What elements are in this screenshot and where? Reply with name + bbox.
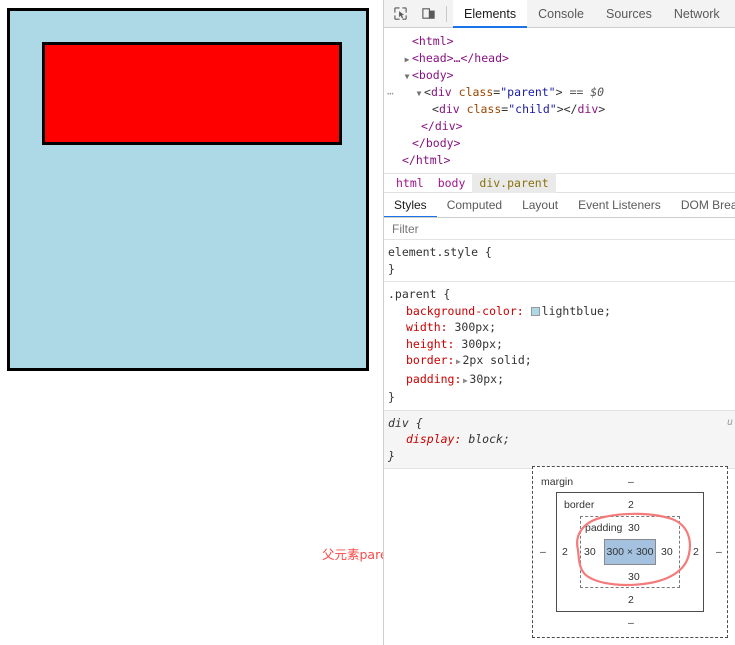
node-menu-dots-icon[interactable]: ⋯ xyxy=(387,85,395,102)
css-declaration-height[interactable]: height: 300px; xyxy=(388,336,735,353)
tab-elements[interactable]: Elements xyxy=(453,0,527,28)
css-value-padding[interactable]: 30px; xyxy=(469,372,504,386)
expand-triangle-head[interactable]: ▶ xyxy=(402,51,412,68)
box-model-diagram: margin – – – – border 2 2 2 2 padding 30… xyxy=(532,466,728,638)
css-rule-close-brace: } xyxy=(388,262,395,276)
tab-event-listeners[interactable]: Event Listeners xyxy=(568,193,671,218)
css-declaration-background-color[interactable]: background-color: lightblue; xyxy=(388,303,735,320)
styles-filter-row xyxy=(384,218,735,240)
breadcrumb-item-div-parent[interactable]: div.parent xyxy=(472,173,555,193)
box-model-margin-label: margin xyxy=(541,476,573,488)
box-model-margin-left[interactable]: – xyxy=(540,546,546,558)
tab-dom-breakpoints[interactable]: DOM Breakp xyxy=(671,193,735,218)
dom-node-div-close[interactable]: </div> xyxy=(384,118,735,135)
css-value-width[interactable]: 300px; xyxy=(454,320,496,334)
color-swatch-lightblue[interactable] xyxy=(531,307,540,316)
css-declaration-border[interactable]: border:▶2px solid; xyxy=(388,352,735,371)
css-value-background-color[interactable]: lightblue; xyxy=(542,304,611,318)
breadcrumb: html body div.parent xyxy=(384,173,735,193)
tab-styles[interactable]: Styles xyxy=(384,193,437,218)
css-value-height[interactable]: 300px; xyxy=(461,337,503,351)
css-property-height[interactable]: height: xyxy=(388,336,454,353)
tab-layout[interactable]: Layout xyxy=(512,193,568,218)
css-value-display[interactable]: block; xyxy=(468,432,510,446)
css-rule-parent[interactable]: .parent { background-color: lightblue; w… xyxy=(384,282,735,411)
tabs-overflow-icon[interactable]: » xyxy=(731,0,735,28)
box-model-border-right[interactable]: 2 xyxy=(693,546,699,558)
parent-div-render xyxy=(7,8,369,371)
box-model-border-bottom[interactable]: 2 xyxy=(628,594,634,606)
styles-filter-input[interactable] xyxy=(390,221,718,237)
css-selector-parent[interactable]: .parent { xyxy=(388,287,450,301)
tab-network[interactable]: Network xyxy=(663,0,731,28)
devtools-panel: Elements Console Sources Network » <html… xyxy=(383,0,735,645)
box-model-content-box[interactable]: 300 × 300 xyxy=(604,539,656,565)
dom-node-html-close[interactable]: </html> xyxy=(384,152,735,169)
css-rule-element-style[interactable]: element.style { } xyxy=(384,240,735,282)
css-selector-element-style[interactable]: element.style { xyxy=(388,245,492,259)
css-rule-close-brace-parent: } xyxy=(388,390,395,404)
css-property-border[interactable]: border: xyxy=(388,352,454,369)
css-rules-list: element.style { } .parent { background-c… xyxy=(384,240,735,469)
dom-node-head[interactable]: ▶<head>…</head> xyxy=(384,50,735,67)
toolbar-separator xyxy=(446,6,447,22)
breadcrumb-item-body[interactable]: body xyxy=(431,173,473,193)
inspect-element-icon[interactable] xyxy=(388,2,412,26)
box-model-padding-left[interactable]: 30 xyxy=(584,546,596,558)
child-div-render xyxy=(42,42,342,145)
dom-node-html-open[interactable]: <html> xyxy=(384,33,735,50)
box-model-margin-top[interactable]: – xyxy=(628,476,634,488)
css-declaration-display[interactable]: display: block; xyxy=(388,431,735,448)
css-property-padding[interactable]: padding: xyxy=(388,371,461,388)
breadcrumb-item-html[interactable]: html xyxy=(389,173,431,193)
dom-tree: <html> ▶<head>…</head> ▼<body> ⋯ ▼<div c… xyxy=(384,28,735,173)
devtools-toolbar: Elements Console Sources Network » xyxy=(384,0,735,28)
device-toolbar-icon[interactable] xyxy=(416,2,440,26)
dom-node-div-parent[interactable]: ⋯ ▼<div class="parent"> == $0 xyxy=(384,84,735,101)
css-rule-div-useragent[interactable]: u div { display: block; } xyxy=(384,411,735,470)
css-property-width[interactable]: width: xyxy=(388,319,448,336)
dom-node-body-close[interactable]: </body> xyxy=(384,135,735,152)
styles-tab-strip: Styles Computed Layout Event Listeners D… xyxy=(384,193,735,218)
css-value-border[interactable]: 2px solid; xyxy=(462,353,531,367)
box-model-border-left[interactable]: 2 xyxy=(562,546,568,558)
box-model-padding-right[interactable]: 30 xyxy=(661,546,673,558)
css-rule-close-brace-div: } xyxy=(388,449,395,463)
css-selector-div[interactable]: div { xyxy=(388,416,423,430)
stylesheet-source-label[interactable]: u xyxy=(727,415,733,432)
box-model-margin-bottom[interactable]: – xyxy=(628,617,634,629)
box-model-margin-right[interactable]: – xyxy=(716,546,722,558)
dom-node-body-open[interactable]: ▼<body> xyxy=(384,67,735,84)
box-model-border-top[interactable]: 2 xyxy=(628,499,634,511)
collapse-triangle-body[interactable]: ▼ xyxy=(402,68,412,85)
css-declaration-padding[interactable]: padding:▶30px; xyxy=(388,371,735,390)
collapse-triangle-parent[interactable]: ▼ xyxy=(414,85,424,102)
tab-sources[interactable]: Sources xyxy=(595,0,663,28)
tab-computed[interactable]: Computed xyxy=(437,193,512,218)
css-property-display[interactable]: display: xyxy=(388,431,461,448)
box-model-padding-label: padding xyxy=(585,522,622,534)
css-property-background-color[interactable]: background-color: xyxy=(388,303,524,320)
box-model-padding-bottom[interactable]: 30 xyxy=(628,571,640,583)
box-model-padding-top[interactable]: 30 xyxy=(628,522,640,534)
css-declaration-width[interactable]: width: 300px; xyxy=(388,319,735,336)
tab-console[interactable]: Console xyxy=(527,0,595,28)
dom-node-div-child[interactable]: <div class="child"></div> xyxy=(384,101,735,118)
devtools-tab-strip: Elements Console Sources Network » xyxy=(453,0,735,28)
box-model-border-label: border xyxy=(564,499,594,511)
